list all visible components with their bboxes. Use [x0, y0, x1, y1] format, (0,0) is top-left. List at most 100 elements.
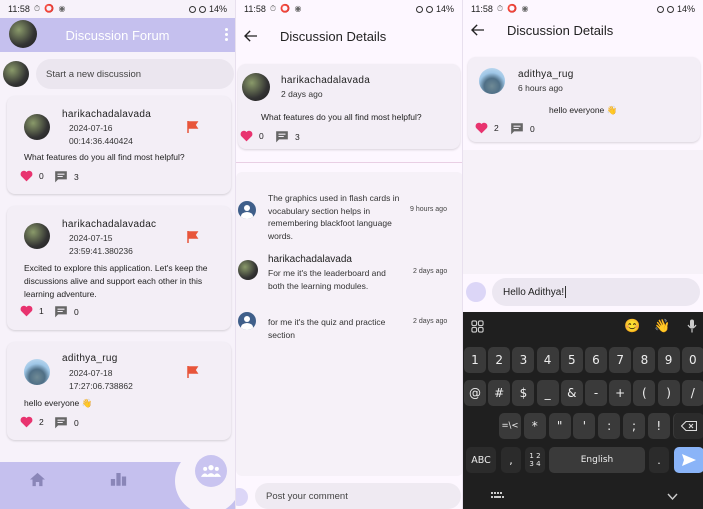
number-key[interactable]: 0 — [681, 347, 703, 373]
heart-icon[interactable] — [20, 170, 33, 182]
status-bar: 11:58 ⏱ ⭕ ◉ 14% — [0, 0, 235, 18]
symbol-key[interactable]: =\< — [499, 413, 521, 439]
symbol-key[interactable]: & — [560, 380, 583, 406]
flag-icon[interactable] — [187, 231, 199, 243]
comment-text: For me it's the leaderboard and both the… — [268, 268, 386, 291]
like-count: 0 — [259, 131, 264, 141]
like-stat[interactable]: 0 — [20, 170, 44, 182]
heart-icon[interactable] — [240, 130, 253, 142]
battery-text: 14% — [208, 4, 227, 14]
author-avatar — [24, 114, 50, 140]
backspace-key[interactable] — [674, 413, 703, 439]
hide-keyboard-icon[interactable] — [667, 493, 678, 500]
symbol-key[interactable]: $ — [512, 380, 535, 406]
symbol-key[interactable]: ; — [623, 413, 645, 439]
number-key[interactable]: 4 — [536, 347, 559, 373]
comment-stat[interactable]: 3 — [275, 130, 300, 143]
comment-stat[interactable]: 3 — [54, 170, 79, 183]
post-body: hello everyone 👋 — [549, 105, 618, 115]
comment-stat[interactable]: 0 — [510, 122, 535, 135]
new-discussion-input[interactable]: Start a new discussion — [36, 59, 234, 89]
heart-icon[interactable] — [20, 416, 33, 428]
numpad-key[interactable]: 1 2 3 4 — [525, 447, 545, 473]
symbol-key[interactable]: ) — [657, 380, 680, 406]
post-time: 00:14:36.440424 — [69, 136, 133, 146]
like-stat[interactable]: 1 — [20, 305, 44, 317]
symbol-key[interactable]: ! — [647, 413, 670, 439]
emoji-suggestion[interactable]: 👋 — [654, 318, 670, 334]
symbol-key[interactable]: / — [681, 380, 703, 406]
leaderboard-icon[interactable] — [110, 471, 127, 487]
number-key[interactable]: 6 — [585, 347, 607, 373]
symbol-key[interactable]: # — [488, 380, 511, 406]
comment-stat[interactable]: 0 — [54, 305, 79, 318]
post-time: 17:27:06.738862 — [69, 381, 133, 391]
like-stat[interactable]: 2 — [20, 416, 44, 428]
flag-icon[interactable] — [187, 121, 199, 133]
back-arrow-icon[interactable] — [471, 24, 485, 36]
discussion-card[interactable]: harikachadalavada 2024-07-16 00:14:36.44… — [7, 96, 231, 194]
comment-icon[interactable] — [54, 416, 68, 429]
home-icon[interactable] — [29, 472, 46, 487]
discussion-card: harikachadalavada 2 days ago What featur… — [238, 64, 460, 149]
symbol-key[interactable]: ( — [633, 380, 656, 406]
comments-list: The graphics used in flash cards in voca… — [236, 172, 462, 476]
post-comment-input[interactable]: Post your comment — [255, 483, 461, 509]
discussion-card[interactable]: adithya_rug 2024-07-18 17:27:06.738862 h… — [7, 342, 231, 440]
flag-icon[interactable] — [187, 366, 199, 378]
author-avatar — [242, 73, 270, 101]
comment-icon[interactable] — [275, 130, 289, 143]
backspace-icon — [681, 421, 697, 431]
groups-fab-button[interactable] — [195, 455, 227, 487]
status-right: 14% — [415, 4, 454, 14]
space-key[interactable]: English — [549, 447, 645, 473]
comma-key[interactable]: , — [501, 447, 521, 473]
keyboard-switch-icon[interactable] — [491, 492, 504, 500]
number-key[interactable]: 8 — [633, 347, 656, 373]
comment-icon[interactable] — [54, 170, 68, 183]
like-stat[interactable]: 2 — [475, 122, 499, 134]
period-key[interactable]: . — [649, 447, 669, 473]
author-avatar — [24, 359, 50, 385]
symbol-key[interactable]: " — [548, 413, 571, 439]
comment-input-value: Hello Adithya! — [503, 286, 565, 298]
send-key[interactable] — [674, 447, 703, 473]
like-stat[interactable]: 0 — [240, 130, 264, 142]
like-count: 0 — [39, 171, 44, 181]
post-time: 23:59:41.380236 — [69, 246, 133, 256]
symbol-key[interactable]: + — [609, 380, 632, 406]
heart-icon[interactable] — [20, 305, 33, 317]
back-arrow-icon[interactable] — [244, 30, 258, 42]
number-key[interactable]: 5 — [560, 347, 583, 373]
clock-icon — [425, 5, 433, 13]
app-bar: Discussion Details — [236, 18, 462, 54]
status-right: 14% — [188, 4, 227, 14]
symbol-key[interactable]: _ — [536, 380, 559, 406]
symbol-key[interactable]: - — [585, 380, 607, 406]
symbol-key[interactable]: @ — [464, 380, 486, 406]
comment-icon[interactable] — [54, 305, 68, 318]
divider — [236, 162, 462, 163]
groups-icon — [201, 465, 221, 477]
apps-grid-icon[interactable] — [471, 320, 484, 333]
discussion-card[interactable]: harikachadalavadac 2024-07-15 23:59:41.3… — [7, 206, 231, 330]
symbol-key[interactable]: ' — [573, 413, 596, 439]
abc-key[interactable]: ABC — [466, 447, 496, 473]
comment-input[interactable]: Hello Adithya! — [492, 278, 700, 306]
number-key[interactable]: 1 — [464, 347, 486, 373]
heart-icon[interactable] — [475, 122, 488, 134]
more-options-icon[interactable] — [225, 28, 229, 41]
number-key[interactable]: 2 — [488, 347, 511, 373]
commenter-avatar — [238, 260, 258, 280]
comment-icon[interactable] — [510, 122, 524, 135]
number-key[interactable]: 7 — [609, 347, 632, 373]
microphone-icon[interactable] — [687, 319, 697, 333]
emoji-suggestion[interactable]: 😊 — [624, 318, 640, 334]
alarm-icon — [188, 5, 196, 13]
comment-stat[interactable]: 0 — [54, 416, 79, 429]
symbol-key[interactable]: * — [523, 413, 546, 439]
number-key[interactable]: 3 — [512, 347, 535, 373]
number-key[interactable]: 9 — [657, 347, 680, 373]
symbol-key[interactable]: : — [598, 413, 621, 439]
app-bar: Discussion Details — [463, 12, 703, 48]
